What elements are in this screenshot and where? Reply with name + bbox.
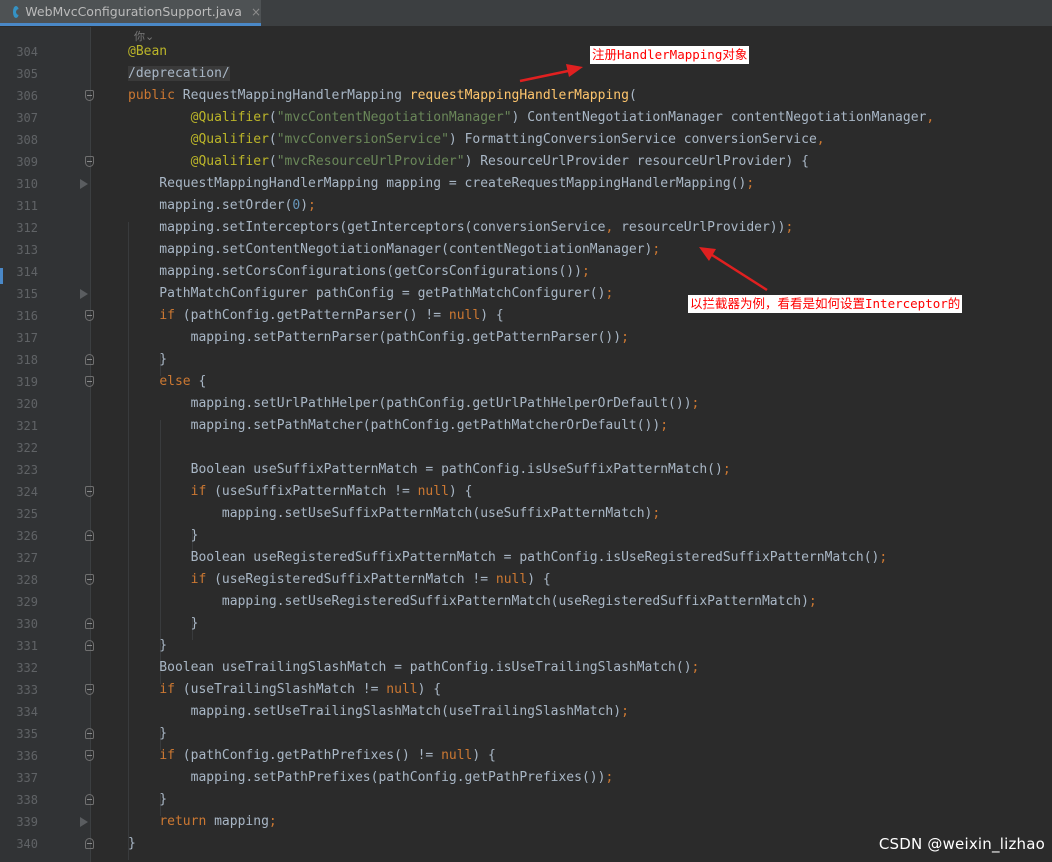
csdn-watermark: CSDN @weixin_lizhao (878, 835, 1045, 853)
arrow-to-bean-head (566, 64, 583, 77)
arrow-to-bean (519, 69, 569, 83)
annotation-arrows (519, 64, 768, 292)
arrow-to-interceptor-head (699, 247, 716, 261)
arrow-to-interceptor (711, 253, 768, 292)
register-handlermapping-callout: 注册HandlerMapping对象 (590, 46, 750, 64)
interceptor-example-callout: 以拦截器为例，看看是如何设置Interceptor的 (688, 295, 963, 313)
